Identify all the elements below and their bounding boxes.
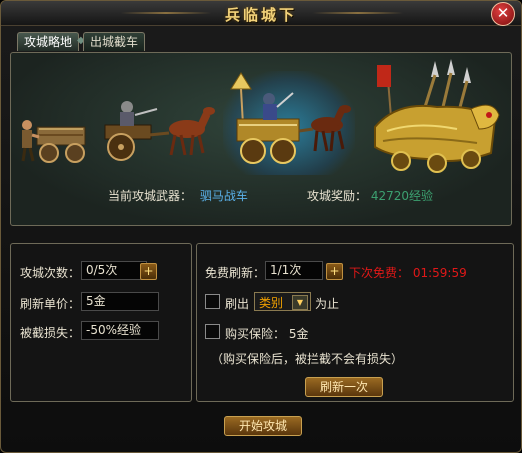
current-weapon-label: 当前攻城武器：: [108, 189, 193, 203]
refresh-out-label: 刷出: [225, 297, 250, 311]
refresh-price-value: 5金: [81, 292, 159, 311]
add-attack-count-button[interactable]: +: [140, 263, 157, 280]
dragon-siege-engine-icon[interactable]: [367, 57, 503, 177]
insurance-line: 购买保险： 5金: [225, 325, 308, 342]
hand-cart-icon[interactable]: [19, 113, 91, 169]
attack-count-label: 攻城次数：: [20, 266, 81, 280]
next-free-line: 下次免费： 01:59:59: [349, 264, 467, 281]
refresh-price-label: 刷新单价：: [20, 297, 81, 311]
siege-window: 兵临城下 ✕ 攻城略地 ◆ 出城截车 当前攻城武器： 驷马战车 攻城奖励： 42…: [0, 0, 522, 453]
until-label: 为止: [315, 297, 340, 311]
free-refresh-value: 1/1次: [265, 261, 323, 280]
siege-reward-line: 攻城奖励： 42720经验: [307, 187, 433, 204]
siege-stats-panel: 攻城次数： 0/5次 + 刷新单价： 5金 被截损失： -50%经验: [10, 243, 192, 402]
tab-intercept-cart[interactable]: 出城截车: [83, 32, 146, 51]
intercept-loss-label: 被截损失：: [20, 326, 81, 340]
next-free-label: 下次免费：: [349, 266, 410, 280]
refresh-panel: 免费刷新： 1/1次 + 下次免费： 01:59:59 刷出 类别 ▼ 为止 购…: [196, 243, 514, 402]
refresh-until-checkbox[interactable]: [205, 294, 220, 309]
chariot-icon: [230, 72, 351, 164]
add-free-refresh-button[interactable]: +: [326, 263, 343, 280]
chariot-selected[interactable]: [223, 71, 355, 175]
siege-reward-value: 42720经验: [370, 189, 434, 203]
insurance-label: 购买保险：: [225, 327, 286, 341]
start-siege-button[interactable]: 开始攻城: [224, 416, 302, 436]
category-dropdown-value: 类别: [259, 296, 284, 310]
category-dropdown[interactable]: 类别 ▼: [254, 292, 311, 311]
insurance-checkbox[interactable]: [205, 324, 220, 339]
close-button[interactable]: ✕: [491, 2, 515, 26]
tab-attack-city[interactable]: 攻城略地: [17, 32, 80, 51]
siege-reward-label: 攻城奖励：: [307, 189, 368, 203]
current-weapon-value: 驷马战车: [199, 189, 248, 203]
intercept-loss-value: -50%经验: [81, 321, 159, 340]
window-title: 兵临城下: [224, 6, 297, 24]
attack-count-value: 0/5次: [81, 261, 147, 280]
siege-weapon-scene: 当前攻城武器： 驷马战车 攻城奖励： 42720经验: [10, 52, 512, 226]
insurance-note: （购买保险后，被拦截不会有损失）: [211, 352, 404, 366]
horse-cart-icon[interactable]: [99, 97, 215, 171]
free-refresh-label: 免费刷新：: [205, 266, 266, 280]
chevron-down-icon: ▼: [292, 295, 308, 310]
current-weapon-line: 当前攻城武器： 驷马战车: [108, 187, 248, 204]
next-free-timer: 01:59:59: [412, 266, 467, 280]
title-bar: 兵临城下 ✕: [1, 1, 521, 26]
insurance-price: 5金: [288, 327, 309, 341]
refresh-once-button[interactable]: 刷新一次: [305, 377, 383, 397]
